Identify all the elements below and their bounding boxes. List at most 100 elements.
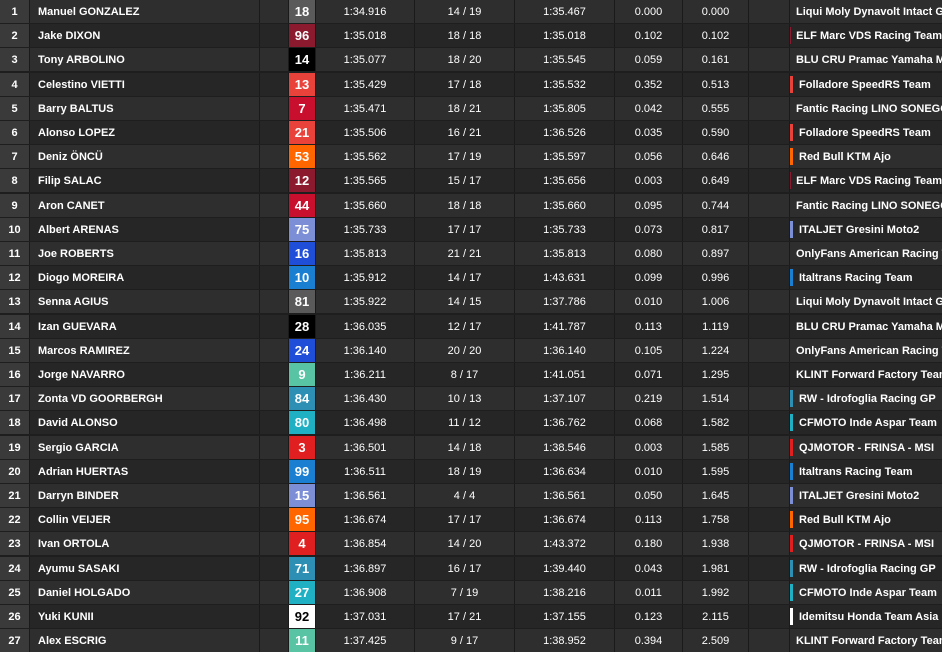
table-row[interactable]: 23Ivan ORTOLA41:36.85414 / 201:43.3720.1…: [0, 532, 942, 555]
last-lap-time: 1:36.674: [515, 508, 615, 531]
position-cell: 1: [0, 0, 30, 23]
table-row[interactable]: 7Deniz ÖNCÜ531:35.56217 / 191:35.5970.05…: [0, 145, 942, 168]
rider-name: Senna AGIUS: [30, 290, 260, 313]
team-cell: Red Bull KTM Ajo: [790, 508, 942, 531]
gap-previous: 0.068: [615, 411, 683, 434]
gap-first: 1.758: [683, 508, 749, 531]
team-name: QJMOTOR - FRINSA - MSI: [799, 442, 934, 454]
table-row[interactable]: 3Tony ARBOLINO141:35.07718 / 201:35.5450…: [0, 48, 942, 71]
table-row[interactable]: 20Adrian HUERTAS991:36.51118 / 191:36.63…: [0, 460, 942, 483]
table-row[interactable]: 16Jorge NAVARRO91:36.2118 / 171:41.0510.…: [0, 363, 942, 386]
team-name: Liqui Moly Dynavolt Intact GP: [796, 6, 942, 18]
team-name: KLINT Forward Factory Team: [796, 635, 942, 647]
position-cell: 10: [0, 218, 30, 241]
position-cell: 7: [0, 145, 30, 168]
lap-count: 17 / 17: [415, 218, 515, 241]
spacer: [749, 339, 790, 362]
gap-previous: 0.219: [615, 387, 683, 410]
table-row[interactable]: 10Albert ARENAS751:35.73317 / 171:35.733…: [0, 218, 942, 241]
table-row[interactable]: 9Aron CANET441:35.66018 / 181:35.6600.09…: [0, 194, 942, 217]
best-lap-time: 1:35.733: [316, 218, 415, 241]
rider-number: 24: [289, 339, 316, 362]
table-row[interactable]: 6Alonso LOPEZ211:35.50616 / 211:36.5260.…: [0, 121, 942, 144]
position-cell: 17: [0, 387, 30, 410]
spacer: [749, 218, 790, 241]
table-row[interactable]: 11Joe ROBERTS161:35.81321 / 211:35.8130.…: [0, 242, 942, 265]
gap-previous: 0.113: [615, 315, 683, 338]
table-row[interactable]: 18David ALONSO801:36.49811 / 121:36.7620…: [0, 411, 942, 434]
table-row[interactable]: 13Senna AGIUS811:35.92214 / 151:37.7860.…: [0, 290, 942, 313]
table-row[interactable]: 26Yuki KUNII921:37.03117 / 211:37.1550.1…: [0, 605, 942, 628]
team-name: CFMOTO Inde Aspar Team: [799, 587, 937, 599]
rider-name: Sergio GARCIA: [30, 436, 260, 459]
team-name: Idemitsu Honda Team Asia: [799, 611, 938, 623]
gap-first: 0.649: [683, 169, 749, 192]
best-lap-time: 1:36.511: [316, 460, 415, 483]
spacer: [260, 266, 289, 289]
last-lap-time: 1:41.787: [515, 315, 615, 338]
rider-name: Tony ARBOLINO: [30, 48, 260, 71]
team-color-bar: [790, 463, 793, 480]
table-row[interactable]: 24Ayumu SASAKI711:36.89716 / 171:39.4400…: [0, 557, 942, 580]
spacer: [749, 436, 790, 459]
table-row[interactable]: 22Collin VEIJER951:36.67417 / 171:36.674…: [0, 508, 942, 531]
gap-first: 0.817: [683, 218, 749, 241]
rider-number: 44: [289, 194, 316, 217]
spacer: [260, 581, 289, 604]
spacer: [260, 194, 289, 217]
gap-previous: 0.010: [615, 460, 683, 483]
gap-previous: 0.180: [615, 532, 683, 555]
spacer: [749, 557, 790, 580]
rider-number: 92: [289, 605, 316, 628]
table-row[interactable]: 12Diogo MOREIRA101:35.91214 / 171:43.631…: [0, 266, 942, 289]
gap-first: 0.000: [683, 0, 749, 23]
team-cell: Liqui Moly Dynavolt Intact GP: [790, 0, 942, 23]
table-row[interactable]: 27Alex ESCRIG111:37.4259 / 171:38.9520.3…: [0, 629, 942, 652]
team-color-bar: [790, 269, 793, 286]
table-row[interactable]: 14Izan GUEVARA281:36.03512 / 171:41.7870…: [0, 315, 942, 338]
lap-count: 20 / 20: [415, 339, 515, 362]
spacer: [749, 363, 790, 386]
table-row[interactable]: 21Darryn BINDER151:36.5614 / 41:36.5610.…: [0, 484, 942, 507]
position-cell: 5: [0, 97, 30, 120]
table-row[interactable]: 5Barry BALTUS71:35.47118 / 211:35.8050.0…: [0, 97, 942, 120]
rider-number: 71: [289, 557, 316, 580]
table-row[interactable]: 17Zonta VD GOORBERGH841:36.43010 / 131:3…: [0, 387, 942, 410]
rider-number: 12: [289, 169, 316, 192]
gap-first: 1.224: [683, 339, 749, 362]
rider-name: Diogo MOREIRA: [30, 266, 260, 289]
table-row[interactable]: 25Daniel HOLGADO271:36.9087 / 191:38.216…: [0, 581, 942, 604]
rider-number: 11: [289, 629, 316, 652]
gap-first: 0.513: [683, 73, 749, 96]
position-cell: 24: [0, 557, 30, 580]
spacer: [260, 557, 289, 580]
table-row[interactable]: 19Sergio GARCIA31:36.50114 / 181:38.5460…: [0, 436, 942, 459]
rider-number: 28: [289, 315, 316, 338]
team-color-bar: [790, 560, 793, 577]
rider-number: 3: [289, 436, 316, 459]
team-name: BLU CRU Pramac Yamaha Moto2: [796, 54, 942, 66]
lap-count: 8 / 17: [415, 363, 515, 386]
lap-count: 15 / 17: [415, 169, 515, 192]
team-name: Italtrans Racing Team: [799, 272, 913, 284]
table-row[interactable]: 4Celestino VIETTI131:35.42917 / 181:35.5…: [0, 73, 942, 96]
lap-count: 17 / 21: [415, 605, 515, 628]
table-row[interactable]: 8Filip SALAC121:35.56515 / 171:35.6560.0…: [0, 169, 942, 192]
rider-number: 53: [289, 145, 316, 168]
gap-first: 1.595: [683, 460, 749, 483]
spacer: [749, 242, 790, 265]
lap-count: 21 / 21: [415, 242, 515, 265]
spacer: [749, 460, 790, 483]
gap-previous: 0.003: [615, 436, 683, 459]
team-name: Fantic Racing LINO SONEGO: [796, 200, 942, 212]
rider-number: 27: [289, 581, 316, 604]
spacer: [749, 24, 790, 47]
team-color-bar: [790, 608, 793, 625]
table-row[interactable]: 2Jake DIXON961:35.01818 / 181:35.0180.10…: [0, 24, 942, 47]
table-row[interactable]: 1Manuel GONZALEZ181:34.91614 / 191:35.46…: [0, 0, 942, 23]
table-row[interactable]: 15Marcos RAMIREZ241:36.14020 / 201:36.14…: [0, 339, 942, 362]
team-color-bar: [790, 148, 793, 165]
gap-previous: 0.105: [615, 339, 683, 362]
gap-first: 1.514: [683, 387, 749, 410]
team-cell: Fantic Racing LINO SONEGO: [790, 97, 942, 120]
